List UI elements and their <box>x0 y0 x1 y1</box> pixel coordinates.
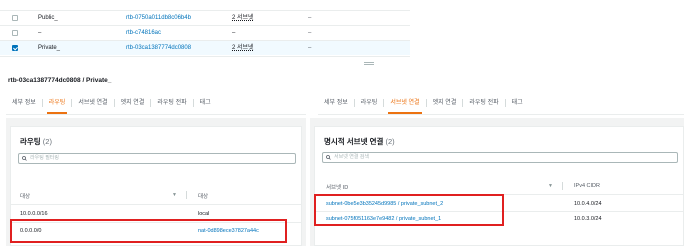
subnet-cidr: 10.0.3.0/24 <box>574 216 602 222</box>
route-table-extra: – <box>308 30 312 36</box>
routes-search-placeholder: 라우팅 필터링 <box>30 155 59 161</box>
route-table-name: Private_ <box>38 45 61 51</box>
search-icon <box>326 155 331 160</box>
tab-route-propagation[interactable]: 라우팅 전파 <box>151 96 192 110</box>
row-divider <box>0 56 410 57</box>
table-header-divider <box>10 204 302 205</box>
routes-title-text: 라우팅 <box>20 137 41 146</box>
sort-down-icon[interactable]: ▼ <box>172 192 177 198</box>
route-table-extra: – <box>308 15 312 21</box>
route-table-subnet-count: 2 서브넷 <box>232 45 254 51</box>
route-table-subnet-count: 2 서브넷 <box>232 15 254 21</box>
column-header-ipv4-cidr[interactable]: IPv4 CIDR <box>574 183 600 189</box>
tab-routes[interactable]: 라우팅 <box>43 96 72 114</box>
subnet-search-placeholder: 서브넷 연결 검색 <box>334 154 369 160</box>
route-table-extra: – <box>308 45 312 51</box>
detail-title: rtb-03ca1387774dc0808 / Private_ <box>8 77 112 84</box>
tab-edge-associations[interactable]: 엣지 연결 <box>427 96 463 110</box>
tab-tags[interactable]: 태그 <box>506 96 529 110</box>
route-destination: 10.0.0.0/16 <box>20 211 48 217</box>
checkbox-icon[interactable] <box>12 45 18 51</box>
route-table-row[interactable]: Public_ rtb-0750a011db8c06b4b 2 서브넷 – <box>0 12 410 24</box>
sort-down-icon[interactable]: ▼ <box>548 183 553 189</box>
column-separator <box>562 182 563 190</box>
tab-divider <box>6 114 306 115</box>
checkbox-icon[interactable] <box>12 30 18 36</box>
tab-details[interactable]: 세부 정보 <box>6 96 42 110</box>
route-target: local <box>198 211 210 217</box>
route-table-id-link[interactable]: rtb-c74816ac <box>126 27 161 39</box>
tab-subnet-associations[interactable]: 서브넷 연결 <box>72 96 113 110</box>
row-divider <box>0 25 410 26</box>
routes-panel-title: 라우팅 (2) <box>20 136 52 147</box>
column-header-destination[interactable]: 대상 <box>20 192 30 200</box>
tab-edge-associations[interactable]: 엣지 연결 <box>115 96 151 110</box>
subnet-title-text: 명시적 서브넷 연결 <box>324 137 384 146</box>
subnet-count: (2) <box>385 137 395 146</box>
highlight-box-subnets <box>314 194 504 226</box>
subnet-cidr: 10.0.4.0/24 <box>574 201 602 207</box>
tab-divider <box>318 114 684 115</box>
column-header-target[interactable]: 대상 <box>198 192 208 200</box>
tab-routes[interactable]: 라우팅 <box>355 96 384 110</box>
routes-search-input[interactable]: 라우팅 필터링 <box>18 153 296 164</box>
subnet-panel-title: 명시적 서브넷 연결 (2) <box>324 136 395 147</box>
route-table-id-link[interactable]: rtb-03ca1387774dc0808 <box>126 41 191 55</box>
search-icon <box>22 156 27 161</box>
route-table-id-link[interactable]: rtb-0750a011db8c06b4b <box>126 12 191 24</box>
highlight-box-route <box>10 219 287 243</box>
column-separator <box>186 191 187 199</box>
route-table-name: – <box>38 30 42 36</box>
subnet-search-input[interactable]: 서브넷 연결 검색 <box>322 152 678 163</box>
tab-route-propagation[interactable]: 라우팅 전파 <box>463 96 504 110</box>
routes-count: (2) <box>42 137 52 146</box>
right-tab-bar: 세부 정보 라우팅 서브넷 연결 엣지 연결 라우팅 전파 태그 <box>318 96 529 114</box>
tab-subnet-associations[interactable]: 서브넷 연결 <box>384 96 425 114</box>
route-table-subnet-count: – <box>232 30 236 36</box>
resize-handle-icon[interactable] <box>364 62 374 65</box>
checkbox-icon[interactable] <box>12 15 18 21</box>
route-table-row-selected[interactable]: Private_ rtb-03ca1387774dc0808 2 서브넷 – <box>0 41 410 55</box>
route-table-name: Public_ <box>38 15 58 21</box>
row-divider <box>0 10 410 11</box>
column-header-subnet-id[interactable]: 서브넷 ID <box>326 183 348 191</box>
tab-details[interactable]: 세부 정보 <box>318 96 354 110</box>
route-table-row[interactable]: – rtb-c74816ac – – <box>0 27 410 39</box>
left-tab-bar: 세부 정보 라우팅 서브넷 연결 엣지 연결 라우팅 전파 태그 <box>6 96 217 114</box>
tab-tags[interactable]: 태그 <box>194 96 217 110</box>
